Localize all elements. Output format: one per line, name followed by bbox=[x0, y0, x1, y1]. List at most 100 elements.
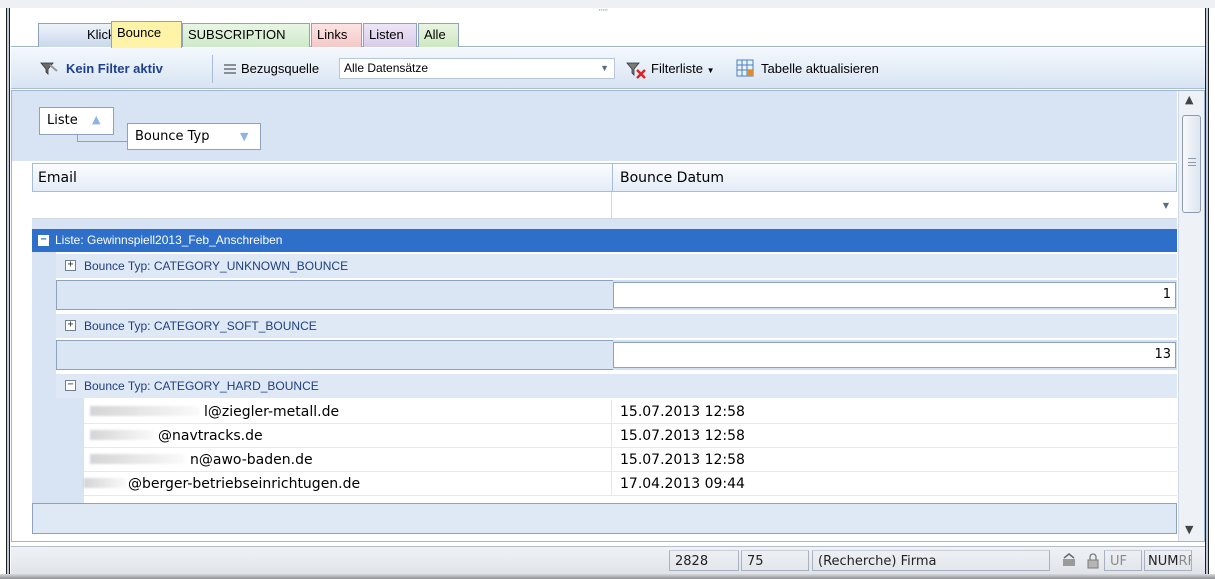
table-row[interactable]: l@ziegler-metall.de 15.07.2013 12:58 bbox=[84, 400, 1177, 424]
column-header-bounce-datum[interactable]: Bounce Datum bbox=[620, 170, 724, 186]
tab-bar: Klicks Bounce SUBSCRIPTION Links Listen … bbox=[11, 14, 1205, 48]
redaction bbox=[90, 430, 154, 440]
grip-icon bbox=[1188, 158, 1196, 166]
group-row-label: Bounce Typ: CATEGORY_UNKNOWN_BOUNCE bbox=[84, 259, 349, 273]
tab-bounce[interactable]: Bounce bbox=[111, 21, 182, 48]
indent-bar bbox=[56, 398, 84, 503]
band-spacer bbox=[32, 219, 1177, 229]
group-chip-liste[interactable]: Liste ▲ bbox=[39, 107, 114, 135]
tab-listen[interactable]: Listen bbox=[363, 23, 417, 47]
funnel-icon bbox=[40, 62, 58, 75]
network-icon bbox=[1063, 553, 1075, 566]
list-icon bbox=[224, 64, 236, 74]
redaction bbox=[84, 478, 126, 488]
status-count-selected: 75 bbox=[741, 550, 809, 571]
window-top-strip bbox=[0, 0, 1215, 8]
status-count-records: 2828 bbox=[669, 550, 739, 571]
source-select[interactable]: Alle Datensätze ▼ bbox=[339, 58, 615, 79]
column-divider bbox=[611, 448, 612, 472]
collapse-icon[interactable]: − bbox=[38, 235, 49, 246]
window-left-border bbox=[6, 8, 10, 579]
table-refresh-icon bbox=[736, 59, 754, 77]
source-label: Bezugsquelle bbox=[241, 61, 320, 76]
filter-list-icon bbox=[626, 62, 646, 79]
scroll-up-icon[interactable]: ▲ bbox=[1185, 93, 1193, 106]
group-row-label: Bounce Typ: CATEGORY_SOFT_BOUNCE bbox=[84, 319, 317, 333]
scrollbar-thumb[interactable] bbox=[1182, 115, 1201, 213]
column-header-row: Email Bounce Datum bbox=[32, 163, 1177, 192]
status-rf-label: RF bbox=[1178, 554, 1191, 569]
status-context: (Recherche) Firma bbox=[812, 550, 1050, 571]
group-chip-label: Liste bbox=[47, 113, 78, 128]
column-divider bbox=[611, 192, 612, 219]
summary-count: 1 bbox=[613, 282, 1176, 308]
refresh-table-button[interactable]: Tabelle aktualisieren bbox=[761, 60, 879, 78]
caret-down-icon: ▼ bbox=[706, 66, 715, 75]
filter-status-button[interactable]: Kein Filter aktiv bbox=[66, 60, 163, 78]
toolbar-separator bbox=[212, 55, 213, 83]
window-right-border bbox=[1205, 8, 1209, 579]
toolbar: Kein Filter aktiv Bezugsquelle Alle Date… bbox=[11, 48, 1205, 89]
indent-bar bbox=[32, 252, 56, 503]
column-divider[interactable] bbox=[612, 164, 613, 191]
tab-subscription[interactable]: SUBSCRIPTION bbox=[182, 23, 310, 47]
group-row-soft-bounce[interactable]: + Bounce Typ: CATEGORY_SOFT_BOUNCE bbox=[56, 314, 1177, 338]
summary-row: 13 bbox=[56, 340, 1177, 370]
cell-email: n@awo-baden.de bbox=[190, 452, 313, 468]
group-row-label: Liste: Gewinnspiell2013_Feb_Anschreiben bbox=[55, 233, 283, 247]
column-divider bbox=[611, 472, 612, 496]
grid-footer bbox=[32, 503, 1177, 534]
column-divider bbox=[611, 424, 612, 448]
group-row-unknown-bounce[interactable]: + Bounce Typ: CATEGORY_UNKNOWN_BOUNCE bbox=[56, 254, 1177, 278]
tab-alle[interactable]: Alle bbox=[418, 23, 459, 47]
table-row[interactable]: @navtracks.de 15.07.2013 12:58 bbox=[84, 424, 1177, 448]
cell-date: 15.07.2013 12:58 bbox=[620, 428, 745, 444]
cell-email: @navtracks.de bbox=[158, 428, 263, 444]
status-num: NUMRF bbox=[1144, 550, 1192, 571]
group-row-liste[interactable]: − Liste: Gewinnspiell2013_Feb_Anschreibe… bbox=[32, 229, 1177, 252]
column-divider bbox=[611, 400, 612, 424]
summary-row: 1 bbox=[56, 280, 1177, 310]
collapse-icon[interactable]: − bbox=[65, 380, 76, 391]
expand-icon[interactable]: + bbox=[65, 320, 76, 331]
status-uf: UF bbox=[1104, 550, 1142, 571]
group-row-hard-bounce[interactable]: − Bounce Typ: CATEGORY_HARD_BOUNCE bbox=[56, 374, 1177, 398]
filter-row[interactable]: ▼ bbox=[32, 192, 1177, 219]
source-select-value: Alle Datensätze bbox=[344, 61, 429, 75]
sort-desc-icon: ▼ bbox=[240, 130, 249, 143]
tab-links[interactable]: Links bbox=[311, 23, 362, 47]
status-entity: Firma bbox=[900, 554, 937, 569]
group-chip-bounce-typ[interactable]: Bounce Typ ▼ bbox=[127, 123, 261, 150]
status-bar: 2828 75 (Recherche) Firma UF NUMRF bbox=[11, 546, 1205, 574]
lock-icon bbox=[1087, 553, 1099, 569]
group-by-panel: Liste ▲ Bounce Typ ▼ bbox=[12, 91, 1177, 161]
window-bottom-edge bbox=[0, 574, 1215, 579]
scroll-down-icon[interactable]: ▼ bbox=[1185, 523, 1193, 536]
cell-date: 15.07.2013 12:58 bbox=[620, 452, 745, 468]
table-row[interactable]: n@awo-baden.de 15.07.2013 12:58 bbox=[84, 448, 1177, 472]
cell-email: l@ziegler-metall.de bbox=[204, 404, 340, 420]
summary-spacer bbox=[56, 280, 613, 310]
cell-date: 15.07.2013 12:58 bbox=[620, 404, 745, 420]
group-chip-label: Bounce Typ bbox=[135, 129, 210, 144]
vertical-scrollbar[interactable]: ▲ ▼ bbox=[1178, 91, 1204, 541]
summary-count: 13 bbox=[613, 342, 1176, 368]
group-row-label: Bounce Typ: CATEGORY_HARD_BOUNCE bbox=[84, 379, 319, 393]
column-header-email[interactable]: Email bbox=[38, 170, 77, 186]
summary-spacer bbox=[56, 340, 613, 370]
filterlist-dropdown-button[interactable]: Filterliste ▼ bbox=[651, 60, 715, 78]
sort-asc-icon: ▲ bbox=[92, 113, 101, 126]
data-grid: Liste ▲ Bounce Typ ▼ Email Bounce Datum … bbox=[11, 90, 1205, 542]
cell-email: @berger-betriebseinrichtugen.de bbox=[128, 476, 361, 492]
redaction bbox=[90, 454, 185, 464]
chevron-down-icon: ▼ bbox=[600, 63, 609, 73]
cell-date: 17.04.2013 09:44 bbox=[620, 476, 745, 492]
table-row[interactable]: @berger-betriebseinrichtugen.de 17.04.20… bbox=[84, 472, 1177, 496]
tab-klicks[interactable]: Klicks bbox=[38, 23, 121, 47]
expand-icon[interactable]: + bbox=[65, 260, 76, 271]
redaction bbox=[90, 406, 200, 416]
chevron-down-icon[interactable]: ▼ bbox=[1163, 201, 1169, 210]
status-mode: (Recherche) bbox=[818, 554, 897, 569]
group-connector bbox=[77, 135, 127, 142]
filterlist-label: Filterliste bbox=[651, 61, 704, 76]
